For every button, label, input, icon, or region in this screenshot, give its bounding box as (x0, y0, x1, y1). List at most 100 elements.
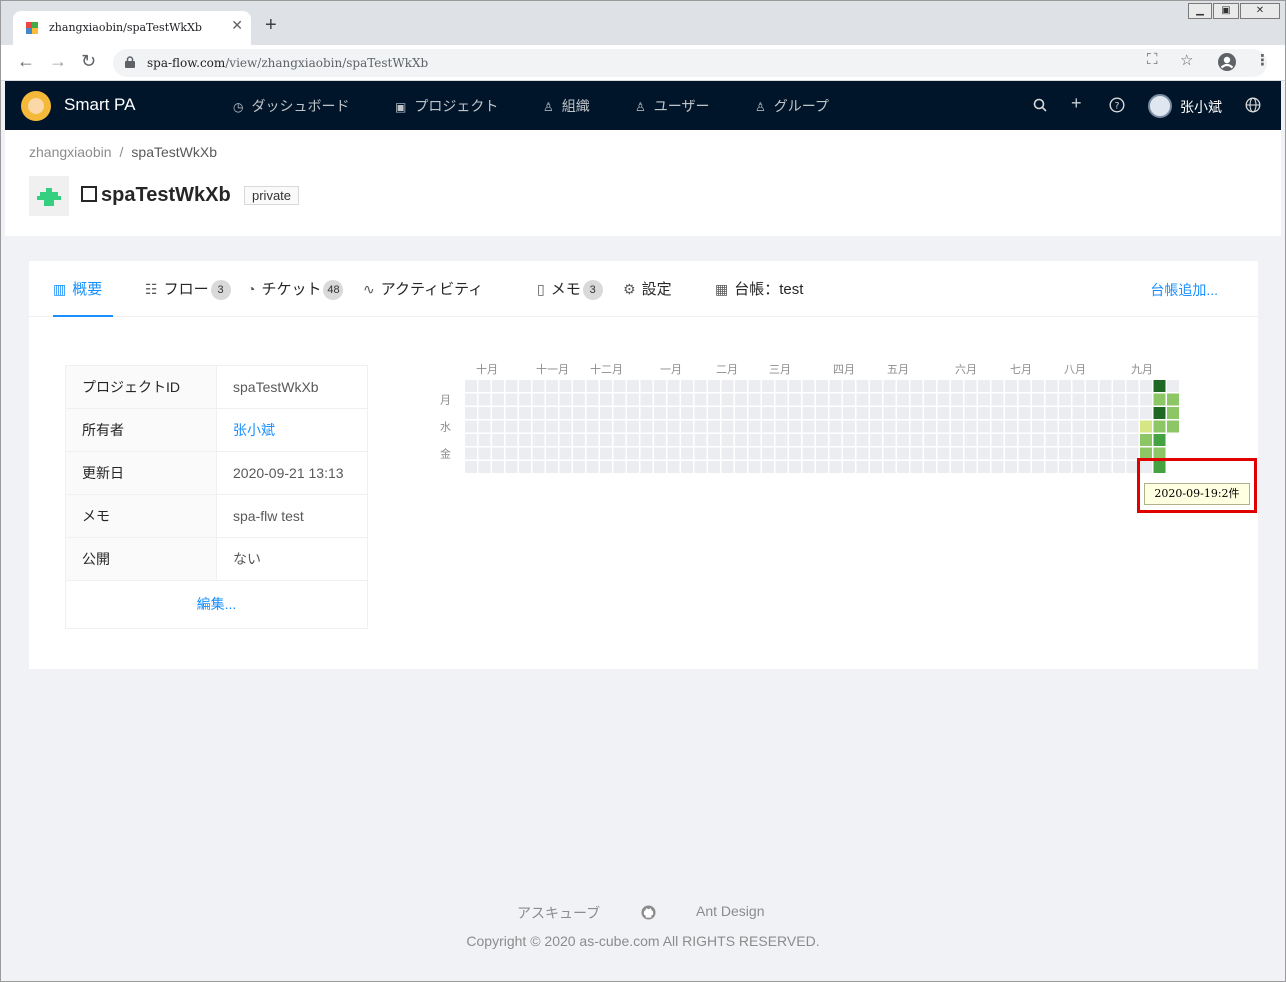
heatmap-cell[interactable] (1086, 461, 1098, 473)
heatmap-cell[interactable] (802, 420, 815, 433)
heatmap-cell[interactable] (897, 447, 909, 460)
heatmap-cell[interactable] (694, 380, 707, 392)
heatmap-cell[interactable] (735, 434, 747, 446)
heatmap-cell[interactable] (816, 420, 828, 433)
heatmap-cell[interactable] (465, 434, 477, 446)
heatmap-cell[interactable] (1099, 420, 1112, 433)
heatmap-cell[interactable] (600, 420, 612, 433)
heatmap-cell[interactable] (1059, 393, 1071, 406)
heatmap-cell[interactable] (775, 393, 788, 406)
heatmap-cell[interactable] (924, 420, 936, 433)
heatmap-cell[interactable] (829, 393, 842, 406)
heatmap-cell[interactable] (1099, 461, 1112, 473)
heatmap-cell[interactable] (937, 434, 950, 446)
heatmap-cell[interactable] (1113, 434, 1125, 446)
heatmap-cell[interactable] (478, 447, 491, 460)
heatmap-cell[interactable] (694, 407, 707, 419)
heatmap-cell[interactable] (735, 461, 747, 473)
heatmap-cell[interactable] (829, 407, 842, 419)
heatmap-cell[interactable] (667, 447, 680, 460)
heatmap-cell[interactable] (586, 447, 599, 460)
new-tab-button[interactable]: + (265, 15, 277, 35)
heatmap-cell[interactable] (762, 393, 774, 406)
nav-dashboard[interactable]: ◷ ダッシュボード (233, 96, 349, 116)
heatmap-cell[interactable] (1018, 461, 1031, 473)
heatmap-cell[interactable] (735, 380, 747, 392)
heatmap-cell[interactable] (1113, 420, 1125, 433)
browser-tab[interactable]: zhangxiaobin/spaTestWkXb ✕ (13, 11, 251, 45)
heatmap-cell[interactable] (478, 380, 491, 392)
heatmap-cell[interactable] (856, 393, 869, 406)
heatmap-cell[interactable] (600, 380, 612, 392)
nav-project[interactable]: ▣ プロジェクト (395, 96, 498, 116)
heatmap-cell[interactable] (708, 420, 720, 433)
heatmap-cell[interactable] (1167, 407, 1179, 419)
heatmap-cell[interactable] (492, 393, 504, 406)
heatmap-cell[interactable] (937, 461, 950, 473)
heatmap-cell[interactable] (532, 393, 545, 406)
heatmap-cell[interactable] (492, 420, 504, 433)
reload-icon[interactable]: ↻ (81, 51, 96, 71)
heatmap-cell[interactable] (883, 380, 896, 392)
heatmap-cell[interactable] (856, 407, 869, 419)
forward-icon[interactable]: → (49, 51, 67, 71)
heatmap-cell[interactable] (991, 420, 1004, 433)
heatmap-cell[interactable] (721, 393, 734, 406)
heatmap-cell[interactable] (627, 447, 639, 460)
heatmap-cell[interactable] (600, 447, 612, 460)
heatmap-cell[interactable] (1018, 447, 1031, 460)
heatmap-cell[interactable] (478, 434, 491, 446)
heatmap-cell[interactable] (586, 420, 599, 433)
heatmap-cell[interactable] (627, 407, 639, 419)
close-window-button[interactable]: ✕ (1240, 3, 1280, 19)
heatmap-cell[interactable] (640, 407, 653, 419)
heatmap-cell[interactable] (775, 461, 788, 473)
heatmap-cell[interactable] (1126, 380, 1139, 392)
heatmap-cell[interactable] (843, 393, 855, 406)
heatmap-cell[interactable] (640, 393, 653, 406)
heatmap-cell[interactable] (465, 380, 477, 392)
heatmap-cell[interactable] (964, 393, 977, 406)
heatmap-cell[interactable] (991, 461, 1004, 473)
breadcrumb-owner[interactable]: zhangxiaobin (29, 144, 112, 160)
add-icon[interactable]: + (1071, 93, 1082, 114)
heatmap-cell[interactable] (870, 420, 882, 433)
heatmap-cell[interactable] (1032, 380, 1044, 392)
heatmap-cell[interactable] (1032, 407, 1044, 419)
heatmap-cell[interactable] (1032, 461, 1044, 473)
heatmap-cell[interactable] (559, 420, 572, 433)
heatmap-cell[interactable] (937, 407, 950, 419)
heatmap-cell[interactable] (640, 447, 653, 460)
heatmap-cell[interactable] (654, 461, 666, 473)
heatmap-cell[interactable] (802, 447, 815, 460)
heatmap-cell[interactable] (775, 434, 788, 446)
heatmap-cell[interactable] (789, 407, 801, 419)
heatmap-cell[interactable] (1126, 420, 1139, 433)
heatmap-cell[interactable] (762, 434, 774, 446)
heatmap-cell[interactable] (532, 447, 545, 460)
owner-link[interactable]: 张小斌 (217, 409, 367, 451)
heatmap-cell[interactable] (532, 461, 545, 473)
heatmap-cell[interactable] (870, 461, 882, 473)
heatmap-cell[interactable] (937, 420, 950, 433)
heatmap-cell[interactable] (924, 434, 936, 446)
tab-close-icon[interactable]: ✕ (231, 17, 243, 34)
heatmap-cell[interactable] (870, 447, 882, 460)
heatmap-cell[interactable] (694, 434, 707, 446)
nav-groups[interactable]: ♙ グループ (755, 96, 829, 116)
heatmap-cell[interactable] (505, 393, 518, 406)
heatmap-cell[interactable] (1086, 447, 1098, 460)
heatmap-cell[interactable] (573, 447, 585, 460)
heatmap-cell[interactable] (802, 434, 815, 446)
heatmap-cell[interactable] (667, 420, 680, 433)
heatmap-cell[interactable] (924, 407, 936, 419)
heatmap-cell[interactable] (991, 407, 1004, 419)
heatmap-cell[interactable] (1167, 393, 1179, 406)
heatmap-cell[interactable] (519, 420, 531, 433)
heatmap-cell[interactable] (978, 434, 990, 446)
heatmap-cell[interactable] (613, 434, 626, 446)
heatmap-cell[interactable] (991, 380, 1004, 392)
heatmap-cell[interactable] (937, 380, 950, 392)
heatmap-cell[interactable] (748, 434, 761, 446)
heatmap-cell[interactable] (681, 434, 693, 446)
